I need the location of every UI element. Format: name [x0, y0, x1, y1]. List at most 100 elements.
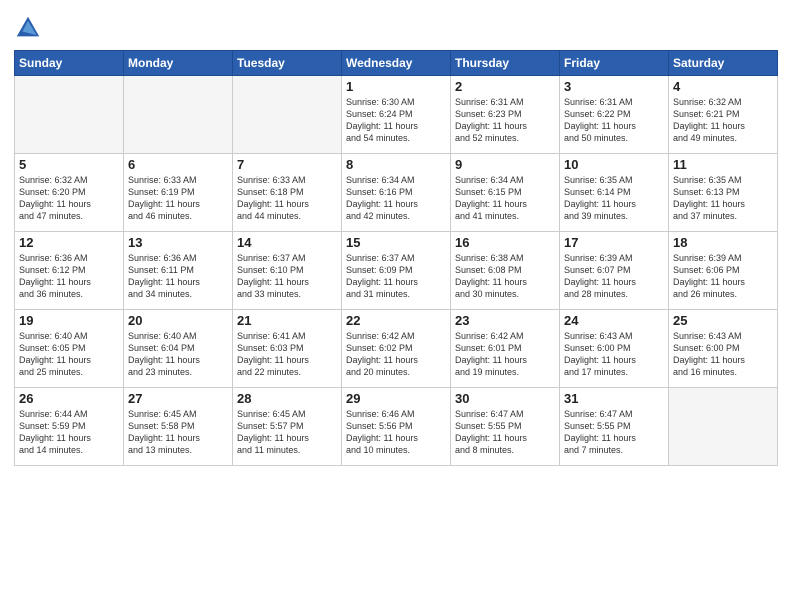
calendar-cell: 18 Sunrise: 6:39 AM Sunset: 6:06 PM Dayli…: [669, 232, 778, 310]
day-info: Sunrise: 6:37 AM Sunset: 6:09 PM Dayligh…: [346, 252, 446, 301]
day-number: 6: [128, 157, 228, 172]
calendar-cell: [669, 388, 778, 466]
day-info: Sunrise: 6:34 AM Sunset: 6:15 PM Dayligh…: [455, 174, 555, 223]
page-container: SundayMondayTuesdayWednesdayThursdayFrid…: [0, 0, 792, 474]
day-number: 28: [237, 391, 337, 406]
calendar-cell: 16Sunrise: 6:38 AM Sunset: 6:08 PM Dayli…: [451, 232, 560, 310]
day-number: 24: [564, 313, 664, 328]
calendar-cell: 4 Sunrise: 6:32 AM Sunset: 6:21 PM Daylig…: [669, 76, 778, 154]
calendar-cell: 29 Sunrise: 6:46 AM Sunset: 5:56 PM Dayli…: [342, 388, 451, 466]
calendar-cell: 12 Sunrise: 6:36 AM Sunset: 6:12 PM Dayli…: [15, 232, 124, 310]
calendar-week-4: 19Sunrise: 6:40 AM Sunset: 6:05 PM Dayli…: [15, 310, 778, 388]
column-header-monday: Monday: [124, 51, 233, 76]
day-info: Sunrise: 6:31 AM Sunset: 6:23 PM Dayligh…: [455, 96, 555, 145]
column-header-friday: Friday: [560, 51, 669, 76]
calendar-cell: 13 Sunrise: 6:36 AM Sunset: 6:11 PM Dayli…: [124, 232, 233, 310]
day-info: Sunrise: 6:45 AM Sunset: 5:57 PM Dayligh…: [237, 408, 337, 457]
day-number: 26: [19, 391, 119, 406]
calendar-cell: 11 Sunrise: 6:35 AM Sunset: 6:13 PM Dayli…: [669, 154, 778, 232]
day-number: 9: [455, 157, 555, 172]
day-number: 15: [346, 235, 446, 250]
day-number: 23: [455, 313, 555, 328]
day-info: Sunrise: 6:47 AM Sunset: 5:55 PM Dayligh…: [455, 408, 555, 457]
logo: [14, 14, 44, 42]
day-info: Sunrise: 6:34 AM Sunset: 6:16 PM Dayligh…: [346, 174, 446, 223]
logo-icon: [14, 14, 42, 42]
calendar-cell: 7Sunrise: 6:33 AM Sunset: 6:18 PM Daylig…: [233, 154, 342, 232]
day-info: Sunrise: 6:32 AM Sunset: 6:21 PM Dayligh…: [673, 96, 773, 145]
day-number: 10: [564, 157, 664, 172]
day-number: 31: [564, 391, 664, 406]
calendar-cell: 22 Sunrise: 6:42 AM Sunset: 6:02 PM Dayli…: [342, 310, 451, 388]
day-number: 13: [128, 235, 228, 250]
calendar-cell: 17 Sunrise: 6:39 AM Sunset: 6:07 PM Dayli…: [560, 232, 669, 310]
calendar-cell: 2 Sunrise: 6:31 AM Sunset: 6:23 PM Daylig…: [451, 76, 560, 154]
day-info: Sunrise: 6:35 AM Sunset: 6:14 PM Dayligh…: [564, 174, 664, 223]
calendar-cell: 28 Sunrise: 6:45 AM Sunset: 5:57 PM Dayli…: [233, 388, 342, 466]
calendar-cell: 6Sunrise: 6:33 AM Sunset: 6:19 PM Daylig…: [124, 154, 233, 232]
column-header-thursday: Thursday: [451, 51, 560, 76]
day-number: 18: [673, 235, 773, 250]
calendar-table: SundayMondayTuesdayWednesdayThursdayFrid…: [14, 50, 778, 466]
column-header-tuesday: Tuesday: [233, 51, 342, 76]
day-info: Sunrise: 6:45 AM Sunset: 5:58 PM Dayligh…: [128, 408, 228, 457]
day-info: Sunrise: 6:36 AM Sunset: 6:12 PM Dayligh…: [19, 252, 119, 301]
calendar-cell: 3 Sunrise: 6:31 AM Sunset: 6:22 PM Daylig…: [560, 76, 669, 154]
day-info: Sunrise: 6:39 AM Sunset: 6:06 PM Dayligh…: [673, 252, 773, 301]
day-number: 30: [455, 391, 555, 406]
day-number: 17: [564, 235, 664, 250]
column-header-saturday: Saturday: [669, 51, 778, 76]
calendar-cell: 23 Sunrise: 6:42 AM Sunset: 6:01 PM Dayli…: [451, 310, 560, 388]
day-info: Sunrise: 6:43 AM Sunset: 6:00 PM Dayligh…: [564, 330, 664, 379]
day-number: 2: [455, 79, 555, 94]
day-info: Sunrise: 6:47 AM Sunset: 5:55 PM Dayligh…: [564, 408, 664, 457]
day-info: Sunrise: 6:42 AM Sunset: 6:01 PM Dayligh…: [455, 330, 555, 379]
calendar-cell: [233, 76, 342, 154]
calendar-cell: 1Sunrise: 6:30 AM Sunset: 6:24 PM Daylig…: [342, 76, 451, 154]
header: [14, 10, 778, 42]
day-info: Sunrise: 6:40 AM Sunset: 6:04 PM Dayligh…: [128, 330, 228, 379]
calendar-cell: 24 Sunrise: 6:43 AM Sunset: 6:00 PM Dayli…: [560, 310, 669, 388]
calendar-cell: 9 Sunrise: 6:34 AM Sunset: 6:15 PM Daylig…: [451, 154, 560, 232]
column-header-wednesday: Wednesday: [342, 51, 451, 76]
day-info: Sunrise: 6:35 AM Sunset: 6:13 PM Dayligh…: [673, 174, 773, 223]
calendar-cell: 31 Sunrise: 6:47 AM Sunset: 5:55 PM Dayli…: [560, 388, 669, 466]
day-number: 3: [564, 79, 664, 94]
calendar-cell: [15, 76, 124, 154]
calendar-cell: [124, 76, 233, 154]
day-info: Sunrise: 6:42 AM Sunset: 6:02 PM Dayligh…: [346, 330, 446, 379]
day-number: 12: [19, 235, 119, 250]
day-number: 20: [128, 313, 228, 328]
calendar-cell: 10 Sunrise: 6:35 AM Sunset: 6:14 PM Dayli…: [560, 154, 669, 232]
day-number: 16: [455, 235, 555, 250]
calendar-cell: 26 Sunrise: 6:44 AM Sunset: 5:59 PM Dayli…: [15, 388, 124, 466]
calendar-cell: 14Sunrise: 6:37 AM Sunset: 6:10 PM Dayli…: [233, 232, 342, 310]
calendar-week-1: 1Sunrise: 6:30 AM Sunset: 6:24 PM Daylig…: [15, 76, 778, 154]
day-info: Sunrise: 6:39 AM Sunset: 6:07 PM Dayligh…: [564, 252, 664, 301]
day-info: Sunrise: 6:33 AM Sunset: 6:18 PM Dayligh…: [237, 174, 337, 223]
calendar-cell: 15 Sunrise: 6:37 AM Sunset: 6:09 PM Dayli…: [342, 232, 451, 310]
day-number: 19: [19, 313, 119, 328]
calendar-cell: 19Sunrise: 6:40 AM Sunset: 6:05 PM Dayli…: [15, 310, 124, 388]
day-info: Sunrise: 6:43 AM Sunset: 6:00 PM Dayligh…: [673, 330, 773, 379]
calendar-week-2: 5Sunrise: 6:32 AM Sunset: 6:20 PM Daylig…: [15, 154, 778, 232]
day-info: Sunrise: 6:31 AM Sunset: 6:22 PM Dayligh…: [564, 96, 664, 145]
day-number: 14: [237, 235, 337, 250]
day-number: 4: [673, 79, 773, 94]
day-number: 27: [128, 391, 228, 406]
day-number: 21: [237, 313, 337, 328]
day-number: 11: [673, 157, 773, 172]
header-row: SundayMondayTuesdayWednesdayThursdayFrid…: [15, 51, 778, 76]
calendar-week-5: 26 Sunrise: 6:44 AM Sunset: 5:59 PM Dayli…: [15, 388, 778, 466]
day-number: 1: [346, 79, 446, 94]
day-info: Sunrise: 6:46 AM Sunset: 5:56 PM Dayligh…: [346, 408, 446, 457]
day-info: Sunrise: 6:44 AM Sunset: 5:59 PM Dayligh…: [19, 408, 119, 457]
calendar-cell: 21Sunrise: 6:41 AM Sunset: 6:03 PM Dayli…: [233, 310, 342, 388]
calendar-cell: 20 Sunrise: 6:40 AM Sunset: 6:04 PM Dayli…: [124, 310, 233, 388]
day-number: 22: [346, 313, 446, 328]
day-number: 29: [346, 391, 446, 406]
day-info: Sunrise: 6:36 AM Sunset: 6:11 PM Dayligh…: [128, 252, 228, 301]
day-number: 5: [19, 157, 119, 172]
day-number: 8: [346, 157, 446, 172]
column-header-sunday: Sunday: [15, 51, 124, 76]
